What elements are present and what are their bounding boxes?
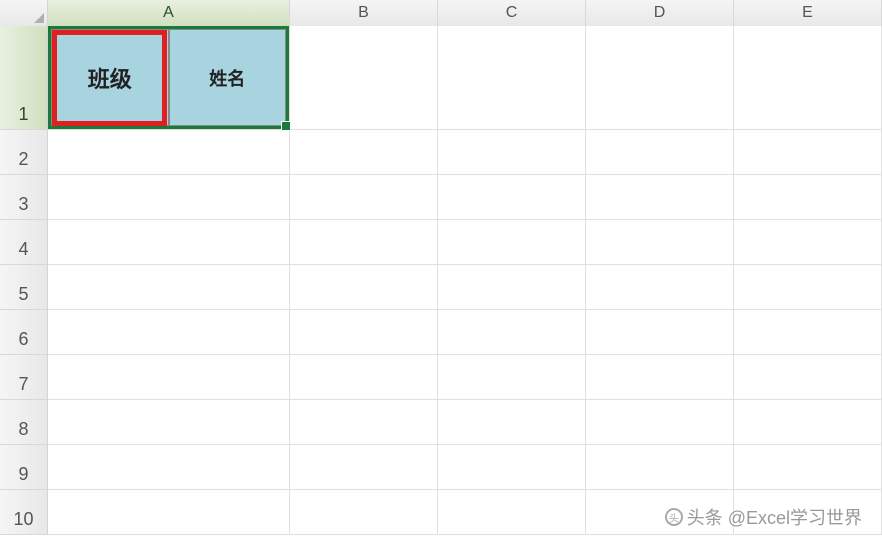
cell[interactable] xyxy=(48,175,290,219)
row-header-9[interactable]: 9 xyxy=(0,445,48,490)
cell[interactable] xyxy=(438,265,586,309)
cell[interactable] xyxy=(48,310,290,354)
cell[interactable] xyxy=(290,400,438,444)
cell[interactable] xyxy=(438,220,586,264)
cell[interactable] xyxy=(586,220,734,264)
cell[interactable] xyxy=(48,355,290,399)
cell[interactable] xyxy=(290,265,438,309)
column-header-e[interactable]: E xyxy=(734,0,882,26)
cell-c1[interactable] xyxy=(438,26,586,129)
cell[interactable] xyxy=(734,400,882,444)
cell[interactable] xyxy=(586,400,734,444)
cell[interactable] xyxy=(290,220,438,264)
cell-d1[interactable] xyxy=(586,26,734,129)
cell-grid[interactable]: 班级 姓名 xyxy=(48,26,882,544)
column-headers-row: A B C D E xyxy=(0,0,882,26)
row-header-6[interactable]: 6 xyxy=(0,310,48,355)
row-header-3[interactable]: 3 xyxy=(0,175,48,220)
cell-b1[interactable] xyxy=(290,26,438,129)
cell[interactable] xyxy=(438,355,586,399)
spreadsheet: A B C D E 1 2 3 4 5 6 7 8 9 10 xyxy=(0,0,882,544)
cell-e1[interactable] xyxy=(734,26,882,129)
cell[interactable] xyxy=(48,490,290,534)
cell[interactable] xyxy=(438,130,586,174)
cell[interactable] xyxy=(290,175,438,219)
cell[interactable] xyxy=(734,445,882,489)
cell[interactable] xyxy=(586,130,734,174)
column-header-b[interactable]: B xyxy=(290,0,438,26)
column-header-d[interactable]: D xyxy=(586,0,734,26)
cell[interactable] xyxy=(48,265,290,309)
cell[interactable] xyxy=(734,310,882,354)
cell-a1-right-header: 姓名 xyxy=(169,29,287,126)
cell[interactable] xyxy=(438,400,586,444)
cell[interactable] xyxy=(290,355,438,399)
cell[interactable] xyxy=(734,130,882,174)
cell[interactable] xyxy=(48,445,290,489)
column-header-a[interactable]: A xyxy=(48,0,290,26)
row-header-10[interactable]: 10 xyxy=(0,490,48,535)
column-header-c[interactable]: C xyxy=(438,0,586,26)
cell[interactable] xyxy=(438,310,586,354)
cell[interactable] xyxy=(438,490,586,534)
watermark-text: 头条 @Excel学习世界 xyxy=(687,504,862,530)
body-area: 1 2 3 4 5 6 7 8 9 10 xyxy=(0,26,882,544)
cell[interactable] xyxy=(290,490,438,534)
row-headers: 1 2 3 4 5 6 7 8 9 10 xyxy=(0,26,48,544)
cell[interactable] xyxy=(290,445,438,489)
cell[interactable] xyxy=(48,130,290,174)
row-header-2[interactable]: 2 xyxy=(0,130,48,175)
cell[interactable] xyxy=(734,220,882,264)
watermark: 头 头条 @Excel学习世界 xyxy=(665,504,862,530)
cell[interactable] xyxy=(586,175,734,219)
select-all-corner[interactable] xyxy=(0,0,48,26)
row-header-7[interactable]: 7 xyxy=(0,355,48,400)
watermark-icon: 头 xyxy=(665,508,683,526)
cell[interactable] xyxy=(48,220,290,264)
cell[interactable] xyxy=(734,355,882,399)
row-header-5[interactable]: 5 xyxy=(0,265,48,310)
cell[interactable] xyxy=(48,400,290,444)
cell[interactable] xyxy=(586,310,734,354)
cell[interactable] xyxy=(586,355,734,399)
cell[interactable] xyxy=(734,175,882,219)
cell[interactable] xyxy=(438,175,586,219)
cell[interactable] xyxy=(438,445,586,489)
cell[interactable] xyxy=(586,445,734,489)
cell-a1-left-header: 班级 xyxy=(51,29,169,126)
cell[interactable] xyxy=(290,130,438,174)
cell[interactable] xyxy=(586,265,734,309)
row-header-4[interactable]: 4 xyxy=(0,220,48,265)
cell-a1-content: 班级 姓名 xyxy=(51,29,286,126)
row-header-8[interactable]: 8 xyxy=(0,400,48,445)
cell[interactable] xyxy=(734,265,882,309)
cell[interactable] xyxy=(290,310,438,354)
row-header-1[interactable]: 1 xyxy=(0,26,48,130)
